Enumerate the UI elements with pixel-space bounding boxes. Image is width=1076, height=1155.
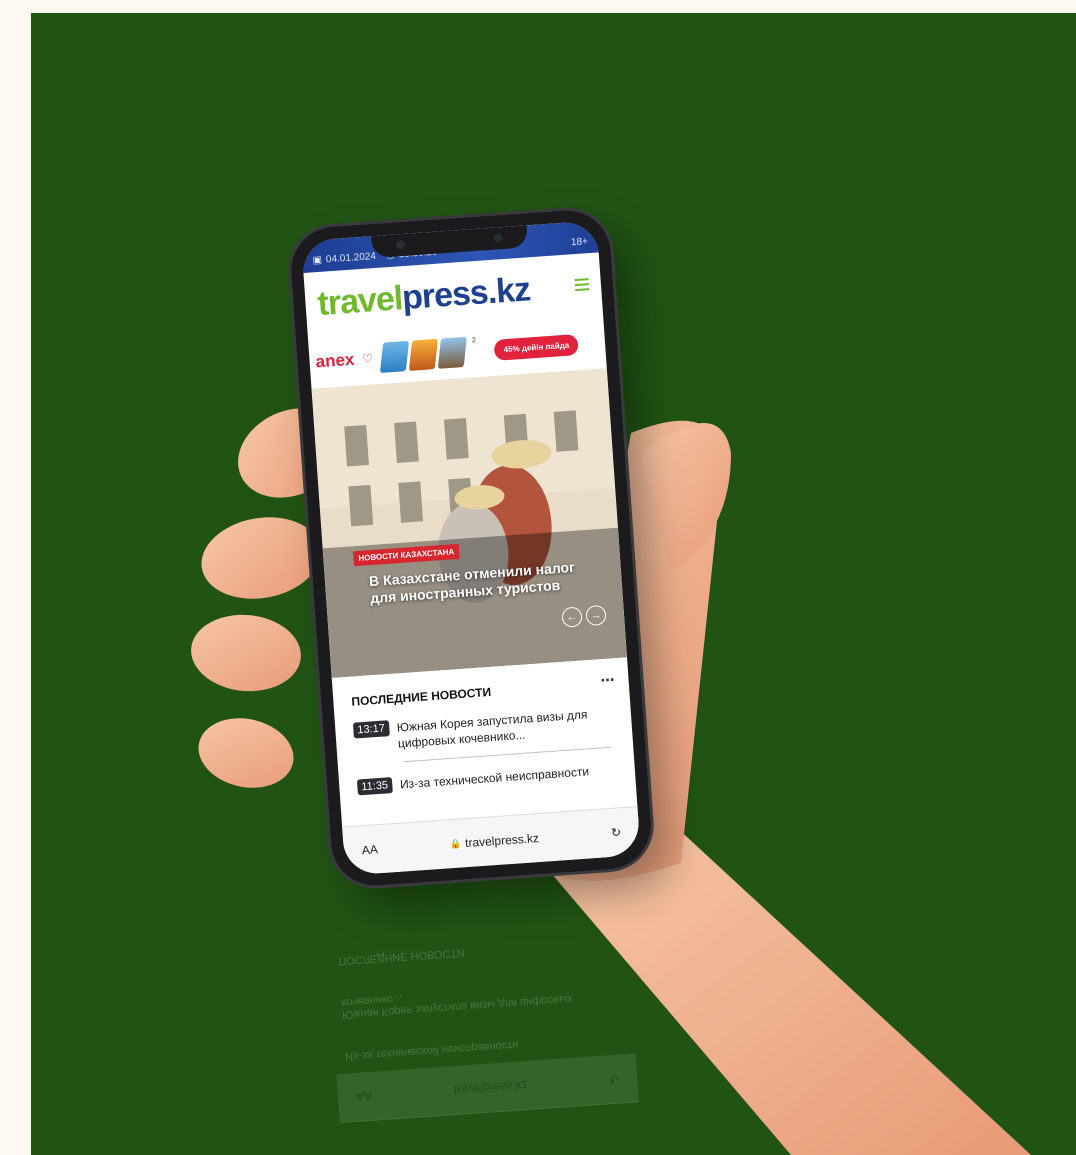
latest-news-section: ПОСЛЕДНИЕ НОВОСТИ ⋯ 13:17 Южная Корея за… bbox=[332, 657, 636, 796]
news-time: 13:17 bbox=[352, 720, 390, 739]
news-headline[interactable]: Южная Корея запустила визы для цифровых … bbox=[396, 704, 618, 751]
banner-thumbnails bbox=[379, 336, 467, 373]
arrow-left-icon[interactable]: ← bbox=[561, 606, 583, 628]
hero-image bbox=[311, 368, 628, 679]
site-logo[interactable]: travelpress.kz bbox=[316, 270, 531, 324]
news-time: 11:35 bbox=[356, 777, 393, 796]
reflection-news: Из-за технической неисправности Южная Ко… bbox=[337, 935, 625, 1063]
camera-icon bbox=[395, 239, 405, 250]
phone-reflection: AA travelpress.kz ↻ Из-за технической не… bbox=[323, 863, 640, 1124]
logo-part-press: press.kz bbox=[400, 269, 532, 317]
anex-logo: anex bbox=[314, 349, 355, 372]
more-dots-icon[interactable]: ⋯ bbox=[600, 671, 615, 689]
list-item[interactable]: 13:17 Южная Корея запустила визы для циф… bbox=[352, 704, 619, 754]
banner-thumb-sea bbox=[379, 340, 409, 373]
promo-button[interactable]: 45% дейін пайда bbox=[493, 333, 579, 361]
reflection-title: ПОСЛЕДНИЕ НОВОСТИ bbox=[337, 946, 466, 967]
reflection-reload-icon: ↻ bbox=[608, 1071, 620, 1087]
reflection-url: travelpress.kz bbox=[453, 1077, 529, 1098]
url-text: travelpress.kz bbox=[464, 830, 540, 851]
phone-mockup: ▣ 04.01.2024 ◷ 13:30:29 18+ travelpress.… bbox=[288, 207, 654, 889]
address-bar[interactable]: 🔒 travelpress.kz bbox=[449, 830, 540, 851]
sensor-icon bbox=[493, 233, 503, 243]
hamburger-icon[interactable] bbox=[574, 275, 590, 294]
date-text: 04.01.2024 bbox=[325, 250, 377, 265]
banner-superscript: 2 bbox=[471, 337, 477, 345]
reflection-text-size: AA bbox=[355, 1088, 373, 1104]
arrow-right-icon[interactable]: → bbox=[585, 604, 607, 627]
phone-screen: ▣ 04.01.2024 ◷ 13:30:29 18+ travelpress.… bbox=[301, 220, 641, 876]
banner-thumb-sunset bbox=[408, 338, 438, 371]
news-headline[interactable]: Из-за технической неисправности bbox=[399, 763, 590, 792]
banner-thumb-ruins bbox=[437, 336, 467, 369]
slider-arrows: ← → bbox=[561, 604, 607, 628]
date-item: ▣ 04.01.2024 bbox=[312, 250, 376, 265]
reflection-headline: Южная Корея запустила визы для цифровых … bbox=[340, 992, 574, 1021]
hero-slider[interactable]: НОВОСТИ КАЗАХСТАНА В Казахстане отменили… bbox=[311, 368, 628, 679]
age-rating: 18+ bbox=[570, 235, 589, 248]
heart-icon: ♡ bbox=[361, 351, 374, 367]
background: ▣ 04.01.2024 ◷ 13:30:29 18+ travelpress.… bbox=[31, 13, 1076, 1155]
list-item[interactable]: 11:35 Из-за технической неисправности bbox=[356, 761, 621, 796]
latest-news-header: ПОСЛЕДНИЕ НОВОСТИ ⋯ bbox=[350, 668, 615, 709]
lock-icon: 🔒 bbox=[449, 837, 462, 849]
logo-part-travel: travel bbox=[316, 278, 404, 323]
text-size-button[interactable]: AA bbox=[361, 842, 378, 857]
divider bbox=[403, 746, 612, 763]
calendar-icon: ▣ bbox=[312, 254, 323, 266]
reload-icon[interactable]: ↻ bbox=[611, 825, 622, 840]
latest-news-title: ПОСЛЕДНИЕ НОВОСТИ bbox=[350, 684, 492, 709]
